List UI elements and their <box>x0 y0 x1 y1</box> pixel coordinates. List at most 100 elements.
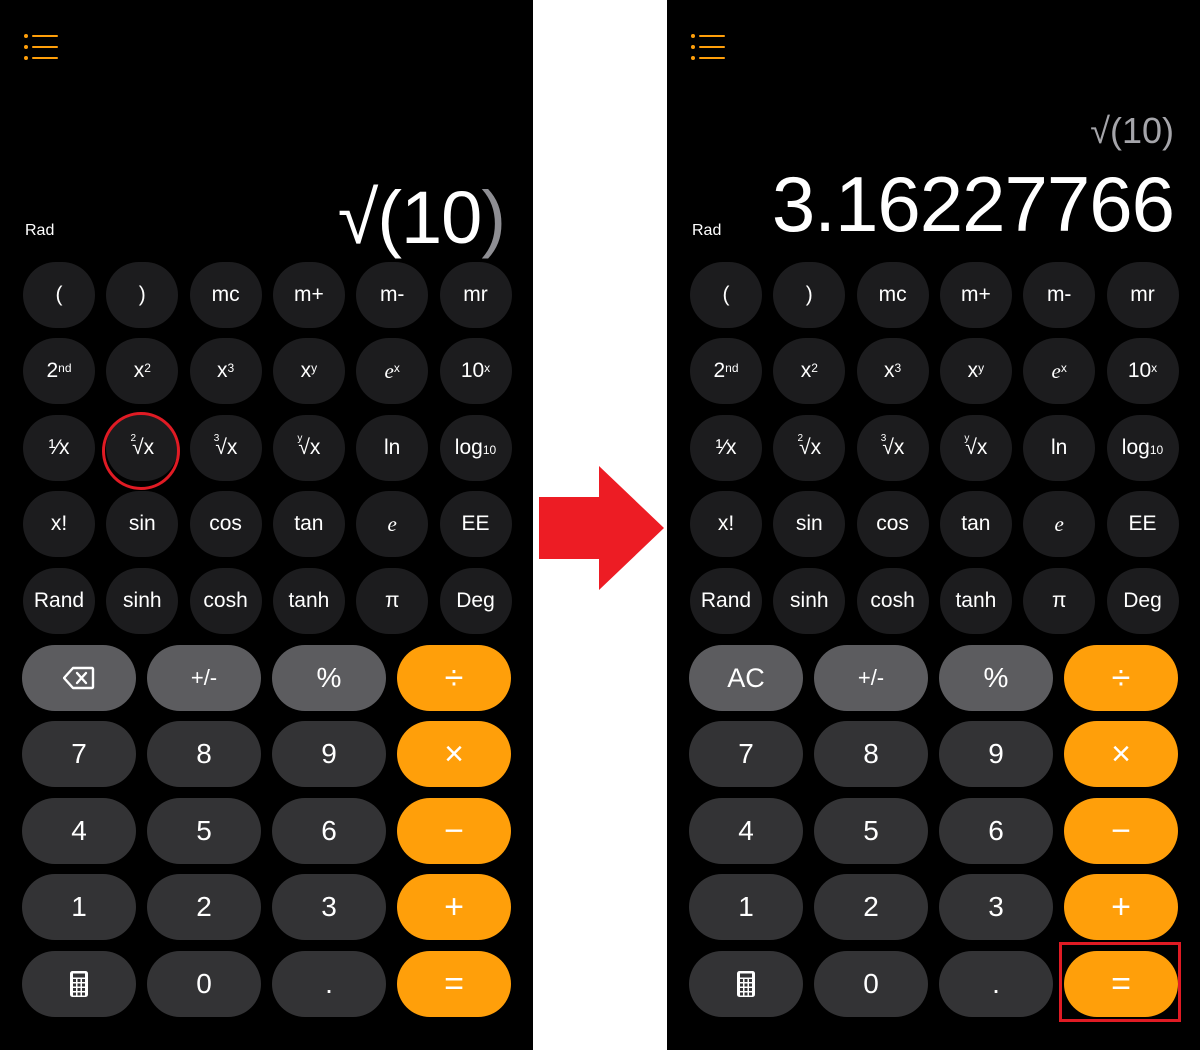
add-button[interactable]: + <box>1064 874 1178 940</box>
key-x-squared[interactable]: x2 <box>773 338 846 404</box>
key-second[interactable]: 2nd <box>23 338 95 404</box>
digit-0-button[interactable]: 0 <box>147 951 261 1017</box>
key-mr[interactable]: mr <box>1106 262 1179 328</box>
multiply-button[interactable]: × <box>1064 721 1178 787</box>
key-open-paren[interactable]: ( <box>23 262 95 328</box>
key-ten-pow-x[interactable]: 10 x <box>1106 338 1179 404</box>
equals-button[interactable]: = <box>397 951 511 1017</box>
digit-3-button[interactable]: 3 <box>939 874 1053 940</box>
decimal-button[interactable]: . <box>939 951 1053 1017</box>
key-m-plus[interactable]: m+ <box>272 262 345 328</box>
key-square-root[interactable]: 2 √x <box>773 415 846 481</box>
calculator-mode-button[interactable] <box>689 951 803 1017</box>
digit-9-button[interactable]: 9 <box>272 721 386 787</box>
key-y-root[interactable]: y √x <box>939 415 1012 481</box>
digit-6-button[interactable]: 6 <box>939 798 1053 864</box>
key-rand[interactable]: Rand <box>23 568 95 634</box>
key-x-pow-y[interactable]: xy <box>272 338 345 404</box>
key-close-paren[interactable]: ) <box>106 262 179 328</box>
digit-1-button[interactable]: 1 <box>22 874 136 940</box>
key-rand[interactable]: Rand <box>690 568 762 634</box>
key-deg[interactable]: Deg <box>439 568 512 634</box>
digit-4-button[interactable]: 4 <box>689 798 803 864</box>
divide-button[interactable]: ÷ <box>397 645 511 711</box>
list-icon[interactable] <box>24 34 58 60</box>
key-sin[interactable]: sin <box>106 491 179 557</box>
backspace-button[interactable] <box>22 645 136 711</box>
digit-2-button[interactable]: 2 <box>814 874 928 940</box>
key-e-const[interactable]: e <box>356 491 429 557</box>
key-open-paren[interactable]: ( <box>690 262 762 328</box>
key-log10[interactable]: log 10 <box>439 415 512 481</box>
key-sinh[interactable]: sinh <box>773 568 846 634</box>
key-e-pow-x[interactable]: ex <box>1023 338 1096 404</box>
percent-button[interactable]: % <box>272 645 386 711</box>
digit-0-button[interactable]: 0 <box>814 951 928 1017</box>
key-tanh[interactable]: tanh <box>939 568 1012 634</box>
digit-6-button[interactable]: 6 <box>272 798 386 864</box>
digit-8-button[interactable]: 8 <box>814 721 928 787</box>
key-x-cubed[interactable]: x3 <box>856 338 929 404</box>
key-mc[interactable]: mc <box>189 262 262 328</box>
decimal-button[interactable]: . <box>272 951 386 1017</box>
key-mc[interactable]: mc <box>856 262 929 328</box>
key-cosh[interactable]: cosh <box>189 568 262 634</box>
digit-5-button[interactable]: 5 <box>814 798 928 864</box>
key-y-root[interactable]: y √x <box>272 415 345 481</box>
sign-toggle-button[interactable]: +/- <box>814 645 928 711</box>
key-cosh[interactable]: cosh <box>856 568 929 634</box>
key-mr[interactable]: mr <box>439 262 512 328</box>
digit-4-button[interactable]: 4 <box>22 798 136 864</box>
key-e-pow-x[interactable]: ex <box>356 338 429 404</box>
key-x-squared[interactable]: x2 <box>106 338 179 404</box>
digit-3-button[interactable]: 3 <box>272 874 386 940</box>
key-cube-root[interactable]: 3 √x <box>189 415 262 481</box>
key-m-minus[interactable]: m- <box>356 262 429 328</box>
key-factorial[interactable]: x! <box>690 491 762 557</box>
key-m-plus[interactable]: m+ <box>939 262 1012 328</box>
divide-button[interactable]: ÷ <box>1064 645 1178 711</box>
calculator-mode-button[interactable] <box>22 951 136 1017</box>
key-cube-root[interactable]: 3 √x <box>856 415 929 481</box>
key-x-pow-y[interactable]: xy <box>939 338 1012 404</box>
key-deg[interactable]: Deg <box>1106 568 1179 634</box>
digit-8-button[interactable]: 8 <box>147 721 261 787</box>
digit-9-button[interactable]: 9 <box>939 721 1053 787</box>
key-tanh[interactable]: tanh <box>272 568 345 634</box>
add-button[interactable]: + <box>397 874 511 940</box>
key-reciprocal[interactable]: ¹⁄x <box>690 415 762 481</box>
key-ee[interactable]: EE <box>439 491 512 557</box>
subtract-button[interactable]: − <box>1064 798 1178 864</box>
key-sin[interactable]: sin <box>773 491 846 557</box>
key-log10[interactable]: log 10 <box>1106 415 1179 481</box>
sign-toggle-button[interactable]: +/- <box>147 645 261 711</box>
key-m-minus[interactable]: m- <box>1023 262 1096 328</box>
key-second[interactable]: 2nd <box>690 338 762 404</box>
digit-7-button[interactable]: 7 <box>689 721 803 787</box>
key-ln[interactable]: ln <box>1023 415 1096 481</box>
key-x-cubed[interactable]: x3 <box>189 338 262 404</box>
key-cos[interactable]: cos <box>189 491 262 557</box>
subtract-button[interactable]: − <box>397 798 511 864</box>
key-ln[interactable]: ln <box>356 415 429 481</box>
multiply-button[interactable]: × <box>397 721 511 787</box>
key-close-paren[interactable]: ) <box>773 262 846 328</box>
key-ten-pow-x[interactable]: 10 x <box>439 338 512 404</box>
digit-2-button[interactable]: 2 <box>147 874 261 940</box>
key-ee[interactable]: EE <box>1106 491 1179 557</box>
percent-button[interactable]: % <box>939 645 1053 711</box>
list-icon[interactable] <box>691 34 725 60</box>
key-e-const[interactable]: e <box>1023 491 1096 557</box>
key-tan[interactable]: tan <box>272 491 345 557</box>
digit-1-button[interactable]: 1 <box>689 874 803 940</box>
all-clear-button[interactable]: AC <box>689 645 803 711</box>
key-tan[interactable]: tan <box>939 491 1012 557</box>
key-pi[interactable]: π <box>356 568 429 634</box>
key-sinh[interactable]: sinh <box>106 568 179 634</box>
key-pi[interactable]: π <box>1023 568 1096 634</box>
key-reciprocal[interactable]: ¹⁄x <box>23 415 95 481</box>
key-factorial[interactable]: x! <box>23 491 95 557</box>
digit-7-button[interactable]: 7 <box>22 721 136 787</box>
digit-5-button[interactable]: 5 <box>147 798 261 864</box>
key-cos[interactable]: cos <box>856 491 929 557</box>
